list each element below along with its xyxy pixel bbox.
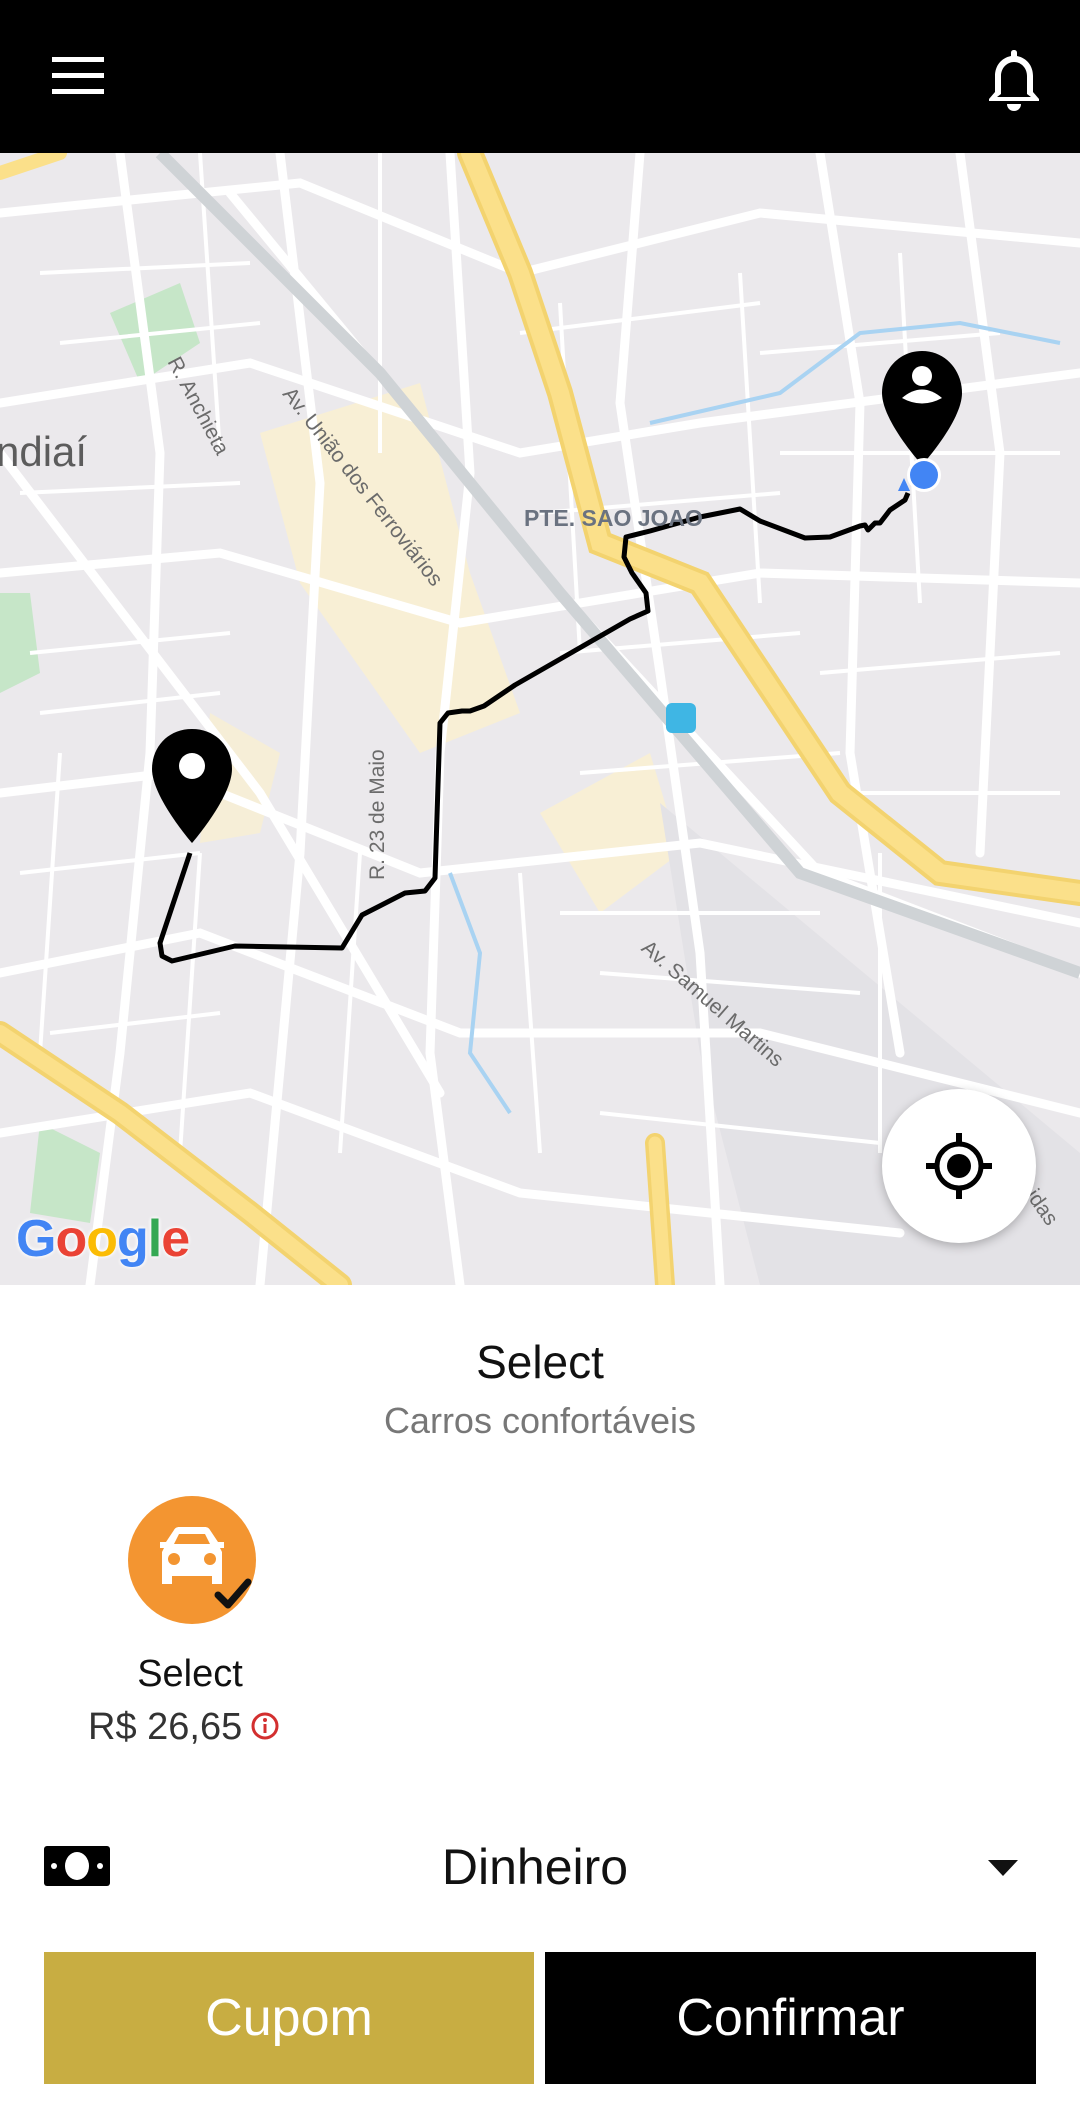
car-icon bbox=[128, 1496, 256, 1624]
crosshair-icon bbox=[926, 1133, 992, 1199]
bell-icon[interactable] bbox=[975, 42, 1053, 116]
coupon-button[interactable]: Cupom bbox=[44, 1952, 534, 2084]
hamburger-menu-icon[interactable] bbox=[40, 45, 114, 109]
locate-me-button[interactable] bbox=[882, 1089, 1036, 1243]
street-label: PTE. SAO JOAO bbox=[524, 505, 703, 531]
google-attribution: Google bbox=[16, 1210, 190, 1268]
category-title: Select bbox=[476, 1336, 604, 1388]
vehicle-price: R$ 26,65 bbox=[88, 1706, 243, 1748]
street-label: R. 23 de Maio bbox=[366, 749, 389, 880]
city-label: ndiaí bbox=[0, 428, 88, 475]
app-header bbox=[0, 0, 1080, 153]
category-subtitle: Carros confortáveis bbox=[383, 1400, 697, 1441]
price-info-icon[interactable] bbox=[250, 1711, 280, 1741]
payment-method-label: Dinheiro bbox=[441, 1839, 629, 1895]
user-location-dot bbox=[910, 461, 938, 489]
vehicle-option-select[interactable]: Select R$ 26,65 bbox=[60, 1493, 320, 1753]
chevron-down-icon bbox=[988, 1860, 1018, 1878]
confirm-button[interactable]: Confirmar bbox=[545, 1952, 1036, 2084]
payment-method-selector[interactable]: Dinheiro bbox=[0, 1820, 1080, 1910]
selected-check-icon bbox=[214, 1578, 252, 1609]
station-icon bbox=[666, 703, 696, 733]
route-map[interactable]: ndiaí Av. União dos Ferroviários R. Anch… bbox=[0, 153, 1080, 1285]
vehicle-name: Select bbox=[137, 1653, 243, 1695]
